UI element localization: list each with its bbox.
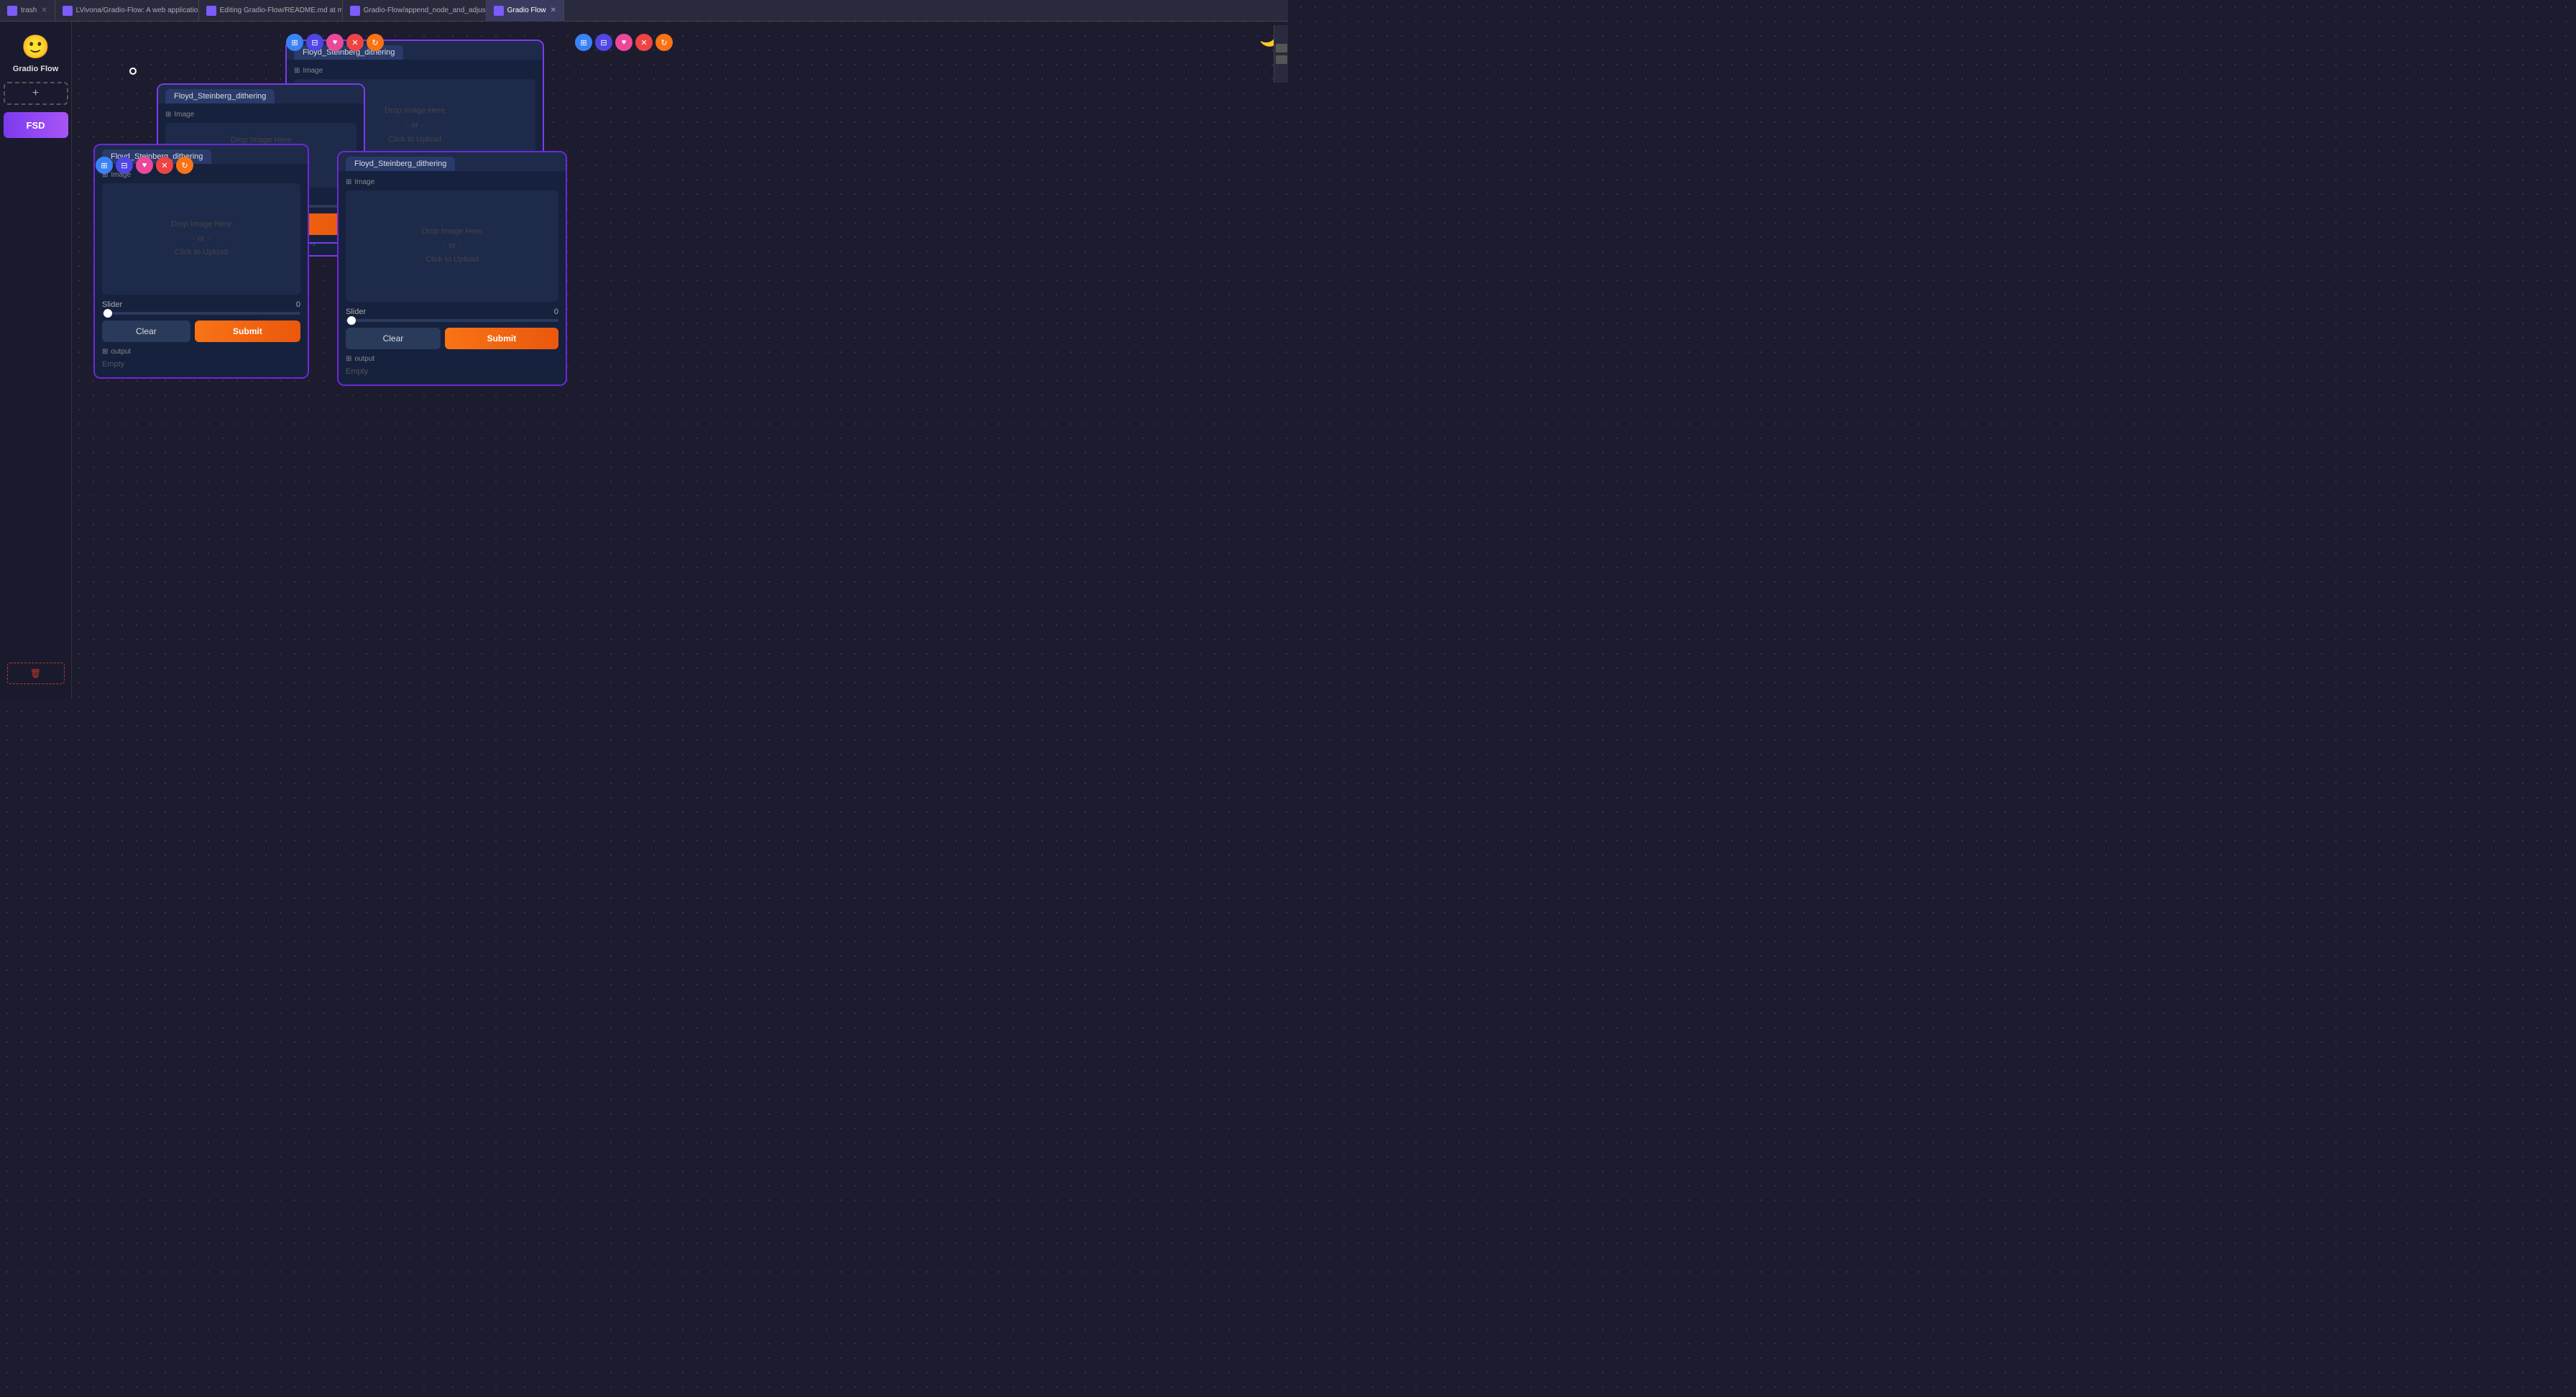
tab-gradio-flow-active[interactable]: Gradio Flow ✕ <box>487 0 564 22</box>
tool-refresh-mid-left[interactable]: ↻ <box>176 157 193 174</box>
node-top-right-drop-text: Drop Image Here- or -Click to Upload <box>385 104 445 147</box>
tool-layout-mid-left[interactable]: ⊟ <box>116 157 133 174</box>
tab-label-gif: Gradio-Flow/append_node_and_adjust_heigh… <box>364 6 487 14</box>
tab-close-trash[interactable]: ✕ <box>41 6 47 14</box>
side-panel-btn-1[interactable] <box>1276 44 1287 52</box>
tool-share-top-center[interactable]: ♥ <box>326 34 344 51</box>
node-bottom-right-clear-btn[interactable]: Clear <box>346 328 441 349</box>
side-panel-btn-2[interactable] <box>1276 55 1287 64</box>
node-bottom-right-drop-zone[interactable]: Drop Image Here- or -Click to Upload <box>346 190 558 302</box>
node-mid-center-tab-bar: Floyd_Steinberg_dithering <box>158 85 364 103</box>
tool-layout-top-right[interactable]: ⊟ <box>595 34 612 51</box>
node-bottom-left-slider-track[interactable] <box>102 312 300 315</box>
tab-label-repo: LVivona/Gradio-Flow: A web application w… <box>76 6 199 14</box>
node-bottom-right-slider-track[interactable] <box>346 319 558 322</box>
node-bottom-left-clear-btn[interactable]: Clear <box>102 321 190 342</box>
mouse-cursor <box>129 68 137 75</box>
tab-icon-trash <box>7 6 17 16</box>
tool-layout-top-center[interactable]: ⊟ <box>306 34 323 51</box>
node-bottom-right-slider-thumb[interactable] <box>347 316 356 325</box>
node-bottom-right-slider-label: Slider <box>346 308 366 316</box>
tab-close-active[interactable]: ✕ <box>551 6 556 14</box>
add-new-button[interactable]: + <box>4 82 68 105</box>
tool-share-top-right[interactable]: ♥ <box>615 34 632 51</box>
sidebar-logo: 🙂 <box>22 32 50 61</box>
tool-delete-top-center[interactable]: ✕ <box>346 34 364 51</box>
tool-grid-top-right[interactable]: ⊞ <box>575 34 592 51</box>
tab-icon-active <box>494 6 504 16</box>
tool-delete-mid-left[interactable]: ✕ <box>156 157 173 174</box>
side-panel-right <box>1274 25 1288 83</box>
toolbar-top-center: ⊞ ⊟ ♥ ✕ ↻ <box>286 34 384 51</box>
node-bottom-right-tab-bar: Floyd_Steinberg_dithering <box>339 152 566 171</box>
node-bottom-right-output-value: Empty <box>346 366 558 377</box>
node-bottom-left: Floyd_Steinberg_dithering Image Drop Ima… <box>93 144 309 379</box>
tab-trash[interactable]: trash ✕ <box>0 0 55 22</box>
sidebar-title: Gradio Flow <box>13 65 59 73</box>
node-mid-center-tab[interactable]: Floyd_Steinberg_dithering <box>165 89 275 103</box>
node-bottom-right-slider-value: 0 <box>554 308 558 316</box>
tab-icon-gif <box>350 6 360 16</box>
node-bottom-right-image-label: Image <box>346 178 558 186</box>
node-bottom-left-output-value: Empty <box>102 359 300 370</box>
tool-grid-mid-left[interactable]: ⊞ <box>96 157 113 174</box>
tab-label-readme: Editing Gradio-Flow/README.md at main · … <box>220 6 343 14</box>
fsd-button[interactable]: FSD <box>4 112 68 138</box>
node-bottom-left-slider-value: 0 <box>296 300 300 309</box>
node-bottom-left-drop-zone[interactable]: Drop Image Here- or -Click to Upload <box>102 183 300 295</box>
tab-gradio-flow-repo[interactable]: LVivona/Gradio-Flow: A web application w… <box>55 0 199 22</box>
tool-refresh-top-right[interactable]: ↻ <box>656 34 673 51</box>
tab-label-trash: trash <box>21 6 37 14</box>
browser-tabs: trash ✕ LVivona/Gradio-Flow: A web appli… <box>0 0 1288 22</box>
tool-grid-top-center[interactable]: ⊞ <box>286 34 303 51</box>
sidebar: 🙂 Gradio Flow + FSD 🗑 <box>0 22 72 698</box>
toolbar-mid-left: ⊞ ⊟ ♥ ✕ ↻ <box>96 157 193 174</box>
tab-icon-readme <box>206 6 216 16</box>
node-top-right-image-label: Image <box>294 67 535 75</box>
tool-share-mid-left[interactable]: ♥ <box>136 157 153 174</box>
tab-label-active: Gradio Flow <box>507 6 546 14</box>
node-bottom-left-output-label: output <box>102 348 300 356</box>
tool-delete-top-right[interactable]: ✕ <box>635 34 653 51</box>
node-bottom-right-tab[interactable]: Floyd_Steinberg_dithering <box>346 157 455 171</box>
node-bottom-left-slider-label: Slider <box>102 300 122 309</box>
sidebar-trash-zone[interactable]: 🗑 <box>7 663 65 684</box>
node-bottom-left-submit-btn[interactable]: Submit <box>195 321 300 342</box>
logo-emoji: 🙂 <box>22 33 50 60</box>
tool-refresh-top-center[interactable]: ↻ <box>367 34 384 51</box>
node-bottom-right-drop-text: Drop Image Here- or -Click to Upload <box>422 225 482 267</box>
toolbar-top-right: ⊞ ⊟ ♥ ✕ ↻ <box>575 34 673 51</box>
node-mid-center-image-label: Image <box>165 111 356 119</box>
node-bottom-left-drop-text: Drop Image Here- or -Click to Upload <box>171 218 231 260</box>
node-bottom-right-submit-btn[interactable]: Submit <box>445 328 558 349</box>
node-bottom-left-slider-thumb[interactable] <box>104 309 112 318</box>
node-bottom-right-output-label: output <box>346 355 558 363</box>
trash-icon: 🗑 <box>30 668 41 678</box>
tab-gif[interactable]: Gradio-Flow/append_node_and_adjust_heigh… <box>343 0 487 22</box>
node-bottom-right: Floyd_Steinberg_dithering Image Drop Ima… <box>337 151 567 386</box>
tab-icon-repo <box>63 6 73 16</box>
tab-editing-readme[interactable]: Editing Gradio-Flow/README.md at main · … <box>199 0 343 22</box>
